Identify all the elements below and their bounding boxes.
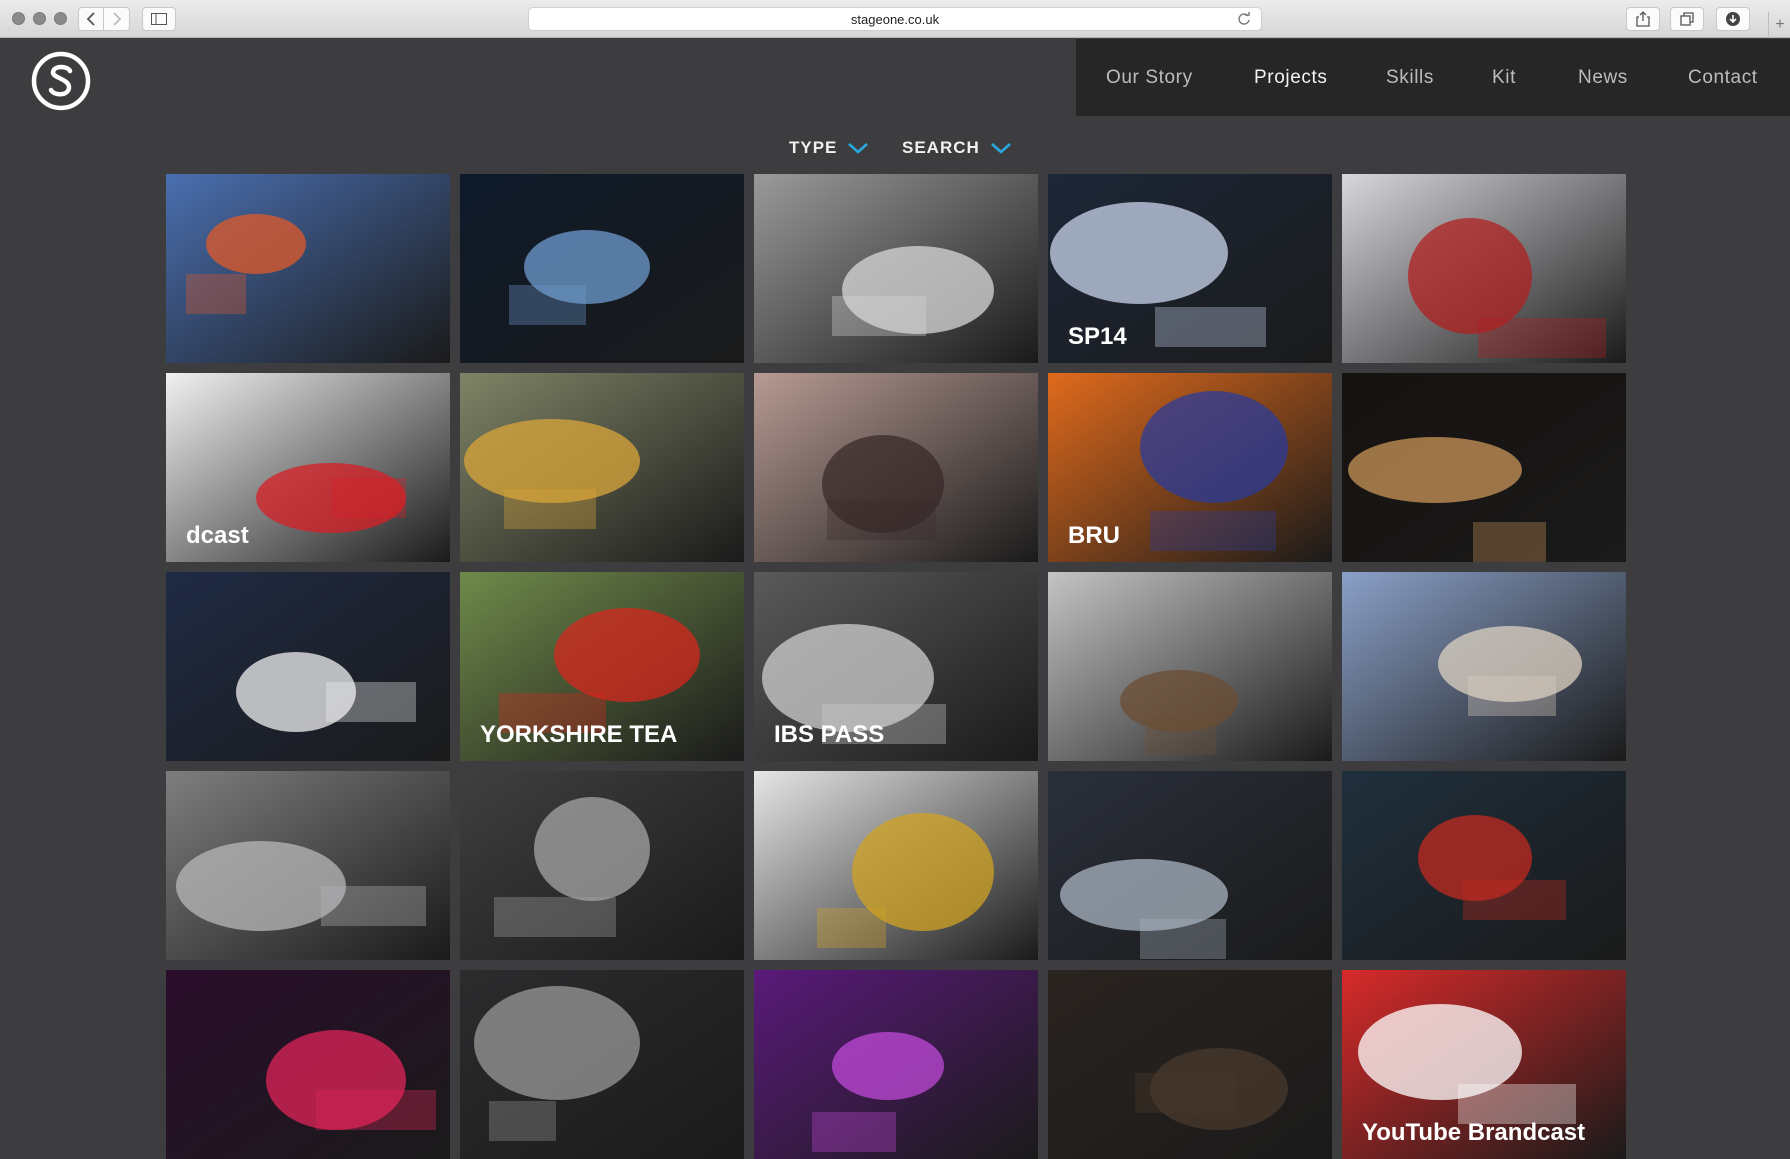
download-icon: [1726, 12, 1740, 26]
project-thumbnail: [460, 771, 744, 960]
search-filter[interactable]: SEARCH: [902, 138, 1012, 158]
type-filter-label: TYPE: [789, 138, 838, 157]
project-tile[interactable]: [1048, 771, 1332, 960]
project-tile[interactable]: [1342, 572, 1626, 761]
project-thumbnail: [166, 174, 450, 363]
project-tile[interactable]: [460, 174, 744, 363]
sidebar-icon: [151, 13, 167, 25]
forward-icon: [112, 12, 121, 26]
project-tile[interactable]: [460, 771, 744, 960]
stageone-logo[interactable]: [30, 50, 92, 112]
back-icon: [86, 12, 95, 26]
tabs-icon: [1680, 12, 1694, 26]
project-thumbnail: [754, 174, 1038, 363]
browser-toolbar: stageone.co.uk +: [0, 0, 1790, 38]
chevron-down-icon: [848, 143, 869, 154]
address-bar[interactable]: stageone.co.uk: [528, 7, 1262, 31]
project-tile[interactable]: IBS PASS: [754, 572, 1038, 761]
project-tile[interactable]: [460, 970, 744, 1159]
project-thumbnail: [754, 970, 1038, 1159]
project-thumbnail: [1048, 771, 1332, 960]
project-tile[interactable]: [754, 771, 1038, 960]
chevron-down-icon: [990, 143, 1011, 154]
project-thumbnail: dcast: [166, 373, 450, 562]
project-thumbnail: [166, 970, 450, 1159]
new-tab-button[interactable]: +: [1768, 12, 1790, 38]
project-tile[interactable]: SP14: [1048, 174, 1332, 363]
plus-icon: +: [1775, 16, 1785, 33]
forward-button[interactable]: [104, 7, 130, 31]
close-window-button[interactable]: [12, 12, 25, 25]
project-tile[interactable]: [166, 174, 450, 363]
url-text: stageone.co.uk: [850, 11, 940, 27]
share-button[interactable]: [1626, 7, 1660, 31]
project-caption: IBS PASS: [774, 721, 884, 748]
project-tile[interactable]: YORKSHIRE TEA: [460, 572, 744, 761]
project-tile[interactable]: [754, 970, 1038, 1159]
project-tile[interactable]: [1048, 572, 1332, 761]
nav-our-story[interactable]: Our Story: [1106, 67, 1193, 89]
project-caption: YouTube Brandcast: [1362, 1119, 1585, 1146]
project-tile[interactable]: [166, 970, 450, 1159]
project-tile[interactable]: [754, 373, 1038, 562]
project-thumbnail: [166, 771, 450, 960]
project-thumbnail: [1342, 572, 1626, 761]
project-thumbnail: YORKSHIRE TEA: [460, 572, 744, 761]
project-thumbnail: [166, 572, 450, 761]
nav-kit[interactable]: Kit: [1492, 67, 1516, 89]
project-tile[interactable]: BRU: [1048, 373, 1332, 562]
project-tile[interactable]: [1342, 373, 1626, 562]
project-thumbnail: [754, 771, 1038, 960]
project-thumbnail: YouTube Brandcast: [1342, 970, 1626, 1159]
project-thumbnail: [1342, 174, 1626, 363]
project-tile[interactable]: [1342, 174, 1626, 363]
project-thumbnail: IBS PASS: [754, 572, 1038, 761]
zoom-window-button[interactable]: [54, 12, 67, 25]
project-tile[interactable]: [166, 771, 450, 960]
project-caption: BRU: [1068, 522, 1120, 549]
nav-news[interactable]: News: [1578, 67, 1628, 89]
project-thumbnail: [1342, 771, 1626, 960]
project-thumbnail: [460, 174, 744, 363]
project-thumbnail: BRU: [1048, 373, 1332, 562]
project-thumbnail: [754, 373, 1038, 562]
project-tile[interactable]: [460, 373, 744, 562]
back-button[interactable]: [78, 7, 104, 31]
show-tabs-button[interactable]: [1670, 7, 1704, 31]
search-filter-label: SEARCH: [902, 138, 980, 157]
minimize-window-button[interactable]: [33, 12, 46, 25]
nav-projects[interactable]: Projects: [1254, 67, 1327, 89]
project-thumbnail: SP14: [1048, 174, 1332, 363]
project-caption: SP14: [1068, 323, 1127, 350]
share-icon: [1636, 11, 1650, 27]
project-tile[interactable]: dcast: [166, 373, 450, 562]
nav-skills[interactable]: Skills: [1386, 67, 1434, 89]
sidebar-toggle-button[interactable]: [142, 7, 176, 31]
project-tile[interactable]: [1048, 970, 1332, 1159]
reload-icon[interactable]: [1237, 12, 1251, 26]
project-thumbnail: [1048, 970, 1332, 1159]
project-tile[interactable]: [754, 174, 1038, 363]
project-thumbnail: [1048, 572, 1332, 761]
project-caption: YORKSHIRE TEA: [480, 721, 677, 748]
nav-contact[interactable]: Contact: [1688, 67, 1758, 89]
project-tile[interactable]: YouTube Brandcast: [1342, 970, 1626, 1159]
type-filter[interactable]: TYPE: [789, 138, 869, 158]
project-thumbnail: [460, 373, 744, 562]
downloads-button[interactable]: [1716, 7, 1750, 31]
project-tile[interactable]: [166, 572, 450, 761]
project-thumbnail: [460, 970, 744, 1159]
project-thumbnail: [1342, 373, 1626, 562]
main-nav: Our Story Projects Skills Kit News Conta…: [1076, 39, 1790, 116]
project-tile[interactable]: [1342, 771, 1626, 960]
project-caption: dcast: [186, 522, 249, 549]
